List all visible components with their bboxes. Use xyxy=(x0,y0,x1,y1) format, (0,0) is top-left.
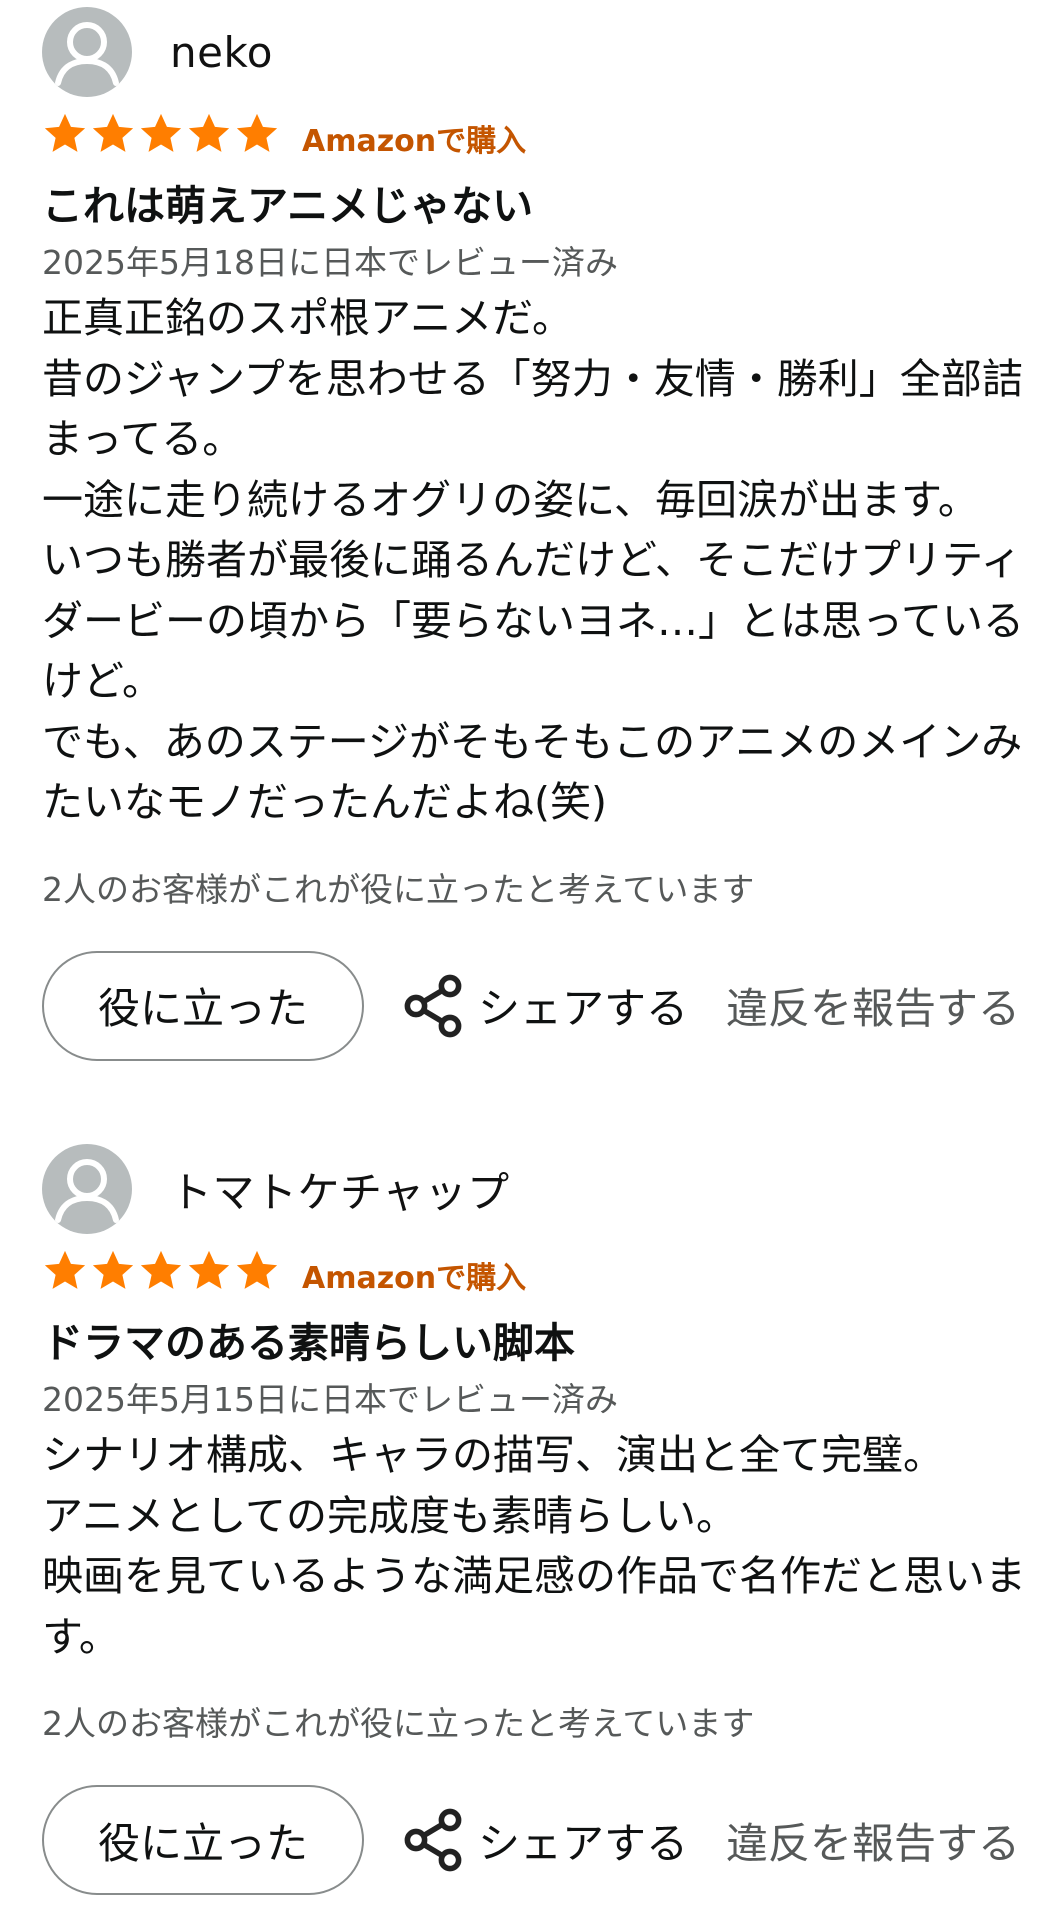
review-title[interactable]: これは萌えアニメじゃない xyxy=(42,180,1032,232)
review-date: 2025年5月18日に日本でレビュー済み xyxy=(42,243,618,282)
star-rating xyxy=(42,111,282,157)
star-icon xyxy=(140,113,182,152)
review-title[interactable]: ドラマのある素晴らしい脚本 xyxy=(42,1317,1032,1369)
review-card: トマトケチャップ Amazonで購入 ドラマのある素晴らしい脚本 2025年5月… xyxy=(42,1143,1032,1895)
share-label: シェアする xyxy=(478,984,689,1033)
share-icon xyxy=(404,974,462,1037)
avatar-icon xyxy=(42,7,132,97)
share-button[interactable]: シェアする xyxy=(404,1808,688,1872)
review-date: 2025年5月15日に日本でレビュー済み xyxy=(42,1380,618,1419)
verified-purchase-badge: Amazonで購入 xyxy=(302,124,527,159)
share-icon xyxy=(404,1808,462,1872)
star-icon xyxy=(44,113,86,152)
star-icon xyxy=(92,113,134,152)
rating-row: Amazonで購入 xyxy=(42,110,1032,159)
review-card: neko Amazonで購入 これは萌えアニメじゃない 2025年5月18日に日… xyxy=(42,6,1032,1061)
star-icon xyxy=(236,113,278,152)
helpful-count: 2人のお客様がこれが役に立ったと考えています xyxy=(42,869,755,909)
verified-purchase-badge: Amazonで購入 xyxy=(302,1261,527,1296)
review-actions: 役に立った シェアする 違反を報告する xyxy=(42,950,1032,1061)
star-icon xyxy=(236,1250,278,1289)
avatar-icon xyxy=(42,1144,132,1234)
report-abuse-link[interactable]: 違反を報告する xyxy=(726,1810,1020,1871)
share-label: シェアする xyxy=(478,1818,689,1868)
star-icon xyxy=(188,113,230,152)
helpful-button-label: 役に立った xyxy=(97,1818,308,1868)
reviewer-name: トマトケチャップ xyxy=(170,1167,510,1217)
helpful-count: 2人のお客様がこれが役に立ったと考えています xyxy=(42,1704,755,1743)
star-rating xyxy=(42,1248,282,1294)
helpful-button[interactable]: 役に立った xyxy=(42,950,364,1061)
share-button[interactable]: シェアする xyxy=(404,974,688,1038)
reviewer-profile[interactable]: トマトケチャップ xyxy=(42,1143,1032,1235)
star-icon xyxy=(188,1250,230,1289)
review-body: シナリオ構成、キャラの描写、演出と全て完璧。 アニメとしての完成度も素晴らしい。映… xyxy=(42,1431,1026,1661)
report-abuse-link[interactable]: 違反を報告する xyxy=(726,975,1020,1036)
review-actions: 役に立った シェアする 違反を報告する xyxy=(42,1785,1032,1895)
review-body: 正真正銘のスポ根アニメだ。 昔のジャンプを思わせる「努力・友情・勝利」全部詰まって… xyxy=(42,294,1024,826)
star-icon xyxy=(44,1250,86,1289)
helpful-button-label: 役に立った xyxy=(97,984,308,1033)
star-icon xyxy=(140,1250,182,1289)
rating-row: Amazonで購入 xyxy=(42,1247,1032,1296)
star-icon xyxy=(92,1250,134,1289)
helpful-button[interactable]: 役に立った xyxy=(42,1785,364,1895)
reviewer-profile[interactable]: neko xyxy=(42,6,1032,98)
reviewer-name: neko xyxy=(170,27,273,77)
